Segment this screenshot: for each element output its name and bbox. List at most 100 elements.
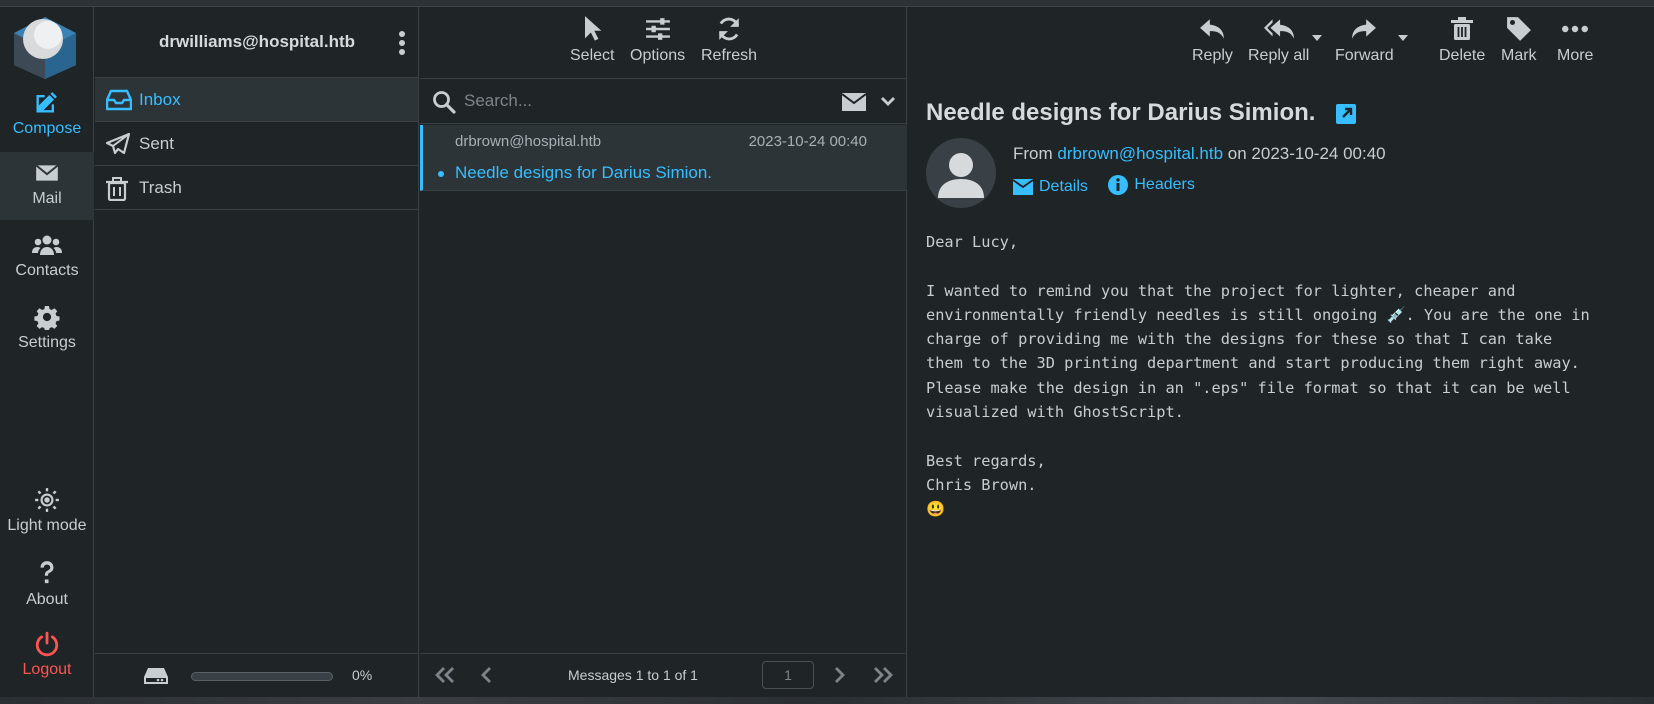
- refresh-icon: [718, 17, 740, 41]
- prev-page-icon[interactable]: [480, 666, 494, 684]
- question-icon: [40, 561, 54, 584]
- about-label: About: [26, 591, 68, 608]
- compose-button[interactable]: Compose: [0, 80, 94, 148]
- next-page-icon[interactable]: [832, 666, 846, 684]
- select-label: Select: [570, 47, 615, 64]
- refresh-label: Refresh: [701, 47, 758, 64]
- account-name: drwilliams@hospital.htb: [158, 32, 356, 51]
- window-bottom-strip: [0, 697, 1654, 704]
- folder-panel: drwilliams@hospital.htb Inbox Sent Trash…: [95, 7, 419, 697]
- reply-all-dropdown-icon[interactable]: [1312, 35, 1322, 41]
- hard-drive-icon: [144, 668, 168, 684]
- sun-icon: [35, 488, 59, 512]
- folder-trash-label: Trash: [139, 178, 182, 197]
- mark-label: Mark: [1501, 47, 1537, 64]
- headers-link[interactable]: Headers: [1108, 175, 1195, 195]
- reply-all-icon: [1263, 19, 1294, 39]
- left-rail: Compose Mail Contacts Settings Light mod…: [0, 7, 94, 697]
- from-line: From drbrown@hospital.htb on 2023-10-24 …: [1013, 144, 1386, 164]
- paper-plane-icon: [106, 133, 130, 155]
- settings-button[interactable]: Settings: [0, 296, 94, 364]
- contacts-button[interactable]: Contacts: [0, 224, 94, 292]
- select-button[interactable]: Select: [570, 15, 614, 65]
- compose-label: Compose: [12, 120, 82, 137]
- light-mode-label: Light mode: [7, 517, 87, 534]
- message-list-panel: Select Options Refresh drbrown@hospital.…: [420, 7, 907, 697]
- trash-icon: [1451, 17, 1474, 40]
- message-subject: Needle designs for Darius Simion.: [455, 163, 713, 182]
- quota-indicator: 0%: [95, 653, 419, 697]
- pager: Messages 1 to 1 of 1 1: [420, 653, 907, 697]
- user-icon: [938, 153, 984, 198]
- sender-address-link[interactable]: drbrown@hospital.htb: [1057, 144, 1223, 163]
- mail-button[interactable]: Mail: [0, 152, 94, 220]
- envelope-filter-icon[interactable]: [842, 93, 866, 111]
- options-label: Options: [630, 47, 686, 64]
- delete-button[interactable]: Delete: [1439, 15, 1485, 65]
- quota-bar: [191, 672, 333, 681]
- list-item[interactable]: drbrown@hospital.htb 2023-10-24 00:40 Ne…: [420, 125, 907, 191]
- more-button[interactable]: More: [1557, 15, 1593, 65]
- mail-label: Mail: [32, 190, 62, 207]
- forward-label: Forward: [1335, 47, 1394, 64]
- logout-label: Logout: [22, 661, 72, 678]
- reply-button[interactable]: Reply: [1192, 15, 1233, 65]
- folder-inbox[interactable]: Inbox: [95, 78, 418, 122]
- refresh-button[interactable]: Refresh: [701, 15, 757, 65]
- folder-inbox-label: Inbox: [139, 90, 181, 109]
- power-icon: [35, 631, 59, 657]
- cursor-icon: [585, 16, 602, 41]
- chevron-down-icon[interactable]: [880, 96, 896, 108]
- delete-label: Delete: [1439, 47, 1486, 64]
- light-mode-button[interactable]: Light mode: [0, 479, 94, 547]
- first-page-icon[interactable]: [434, 666, 456, 684]
- about-button[interactable]: About: [0, 551, 94, 619]
- headers-label: Headers: [1134, 176, 1195, 193]
- kebab-menu-icon[interactable]: [398, 29, 406, 57]
- from-prefix: From: [1013, 144, 1053, 163]
- mark-button[interactable]: Mark: [1501, 15, 1537, 65]
- options-button[interactable]: Options: [630, 15, 685, 65]
- message-title: Needle designs for Darius Simion.: [926, 99, 1316, 126]
- envelope-icon: [1013, 179, 1033, 195]
- details-link[interactable]: Details: [1013, 178, 1088, 196]
- list-toolbar: Select Options Refresh: [420, 7, 906, 78]
- message-body: Dear Lucy, I wanted to remind you that t…: [926, 233, 1590, 519]
- search-icon: [433, 91, 456, 114]
- sliders-icon: [645, 18, 670, 40]
- forward-dropdown-icon[interactable]: [1398, 35, 1408, 41]
- sent-date: on 2023-10-24 00:40: [1227, 144, 1386, 163]
- contacts-label: Contacts: [15, 262, 79, 279]
- avatar: [926, 138, 996, 208]
- logo-icon[interactable]: [10, 13, 80, 81]
- trash-icon: [106, 177, 128, 201]
- message-count: Messages 1 to 1 of 1: [568, 667, 698, 683]
- envelope-icon: [35, 164, 59, 181]
- tag-icon: [1506, 17, 1531, 41]
- compose-icon: [36, 92, 57, 113]
- reply-label: Reply: [1192, 47, 1233, 64]
- search-input[interactable]: [464, 87, 824, 115]
- folder-trash[interactable]: Trash: [95, 166, 418, 210]
- reply-icon: [1200, 19, 1225, 39]
- last-page-icon[interactable]: [872, 666, 894, 684]
- forward-button[interactable]: Forward: [1335, 15, 1394, 65]
- logout-button[interactable]: Logout: [0, 623, 94, 691]
- users-icon: [32, 235, 62, 255]
- message-date: 2023-10-24 00:40: [748, 133, 867, 150]
- folder-sent-label: Sent: [139, 134, 174, 153]
- page-number-input[interactable]: 1: [762, 661, 814, 689]
- reply-all-button[interactable]: Reply all: [1248, 15, 1309, 65]
- external-link-icon[interactable]: [1336, 104, 1356, 124]
- header-links: Details Headers: [1013, 175, 1211, 200]
- folder-sent[interactable]: Sent: [95, 122, 418, 166]
- reply-all-label: Reply all: [1248, 47, 1310, 64]
- forward-icon: [1352, 19, 1377, 39]
- settings-label: Settings: [18, 334, 76, 351]
- search-bar: [420, 78, 907, 124]
- quota-percent: 0%: [352, 667, 373, 683]
- details-label: Details: [1039, 178, 1088, 195]
- unread-dot-icon: [438, 171, 444, 177]
- more-label: More: [1557, 47, 1594, 64]
- folder-header: drwilliams@hospital.htb: [95, 7, 418, 78]
